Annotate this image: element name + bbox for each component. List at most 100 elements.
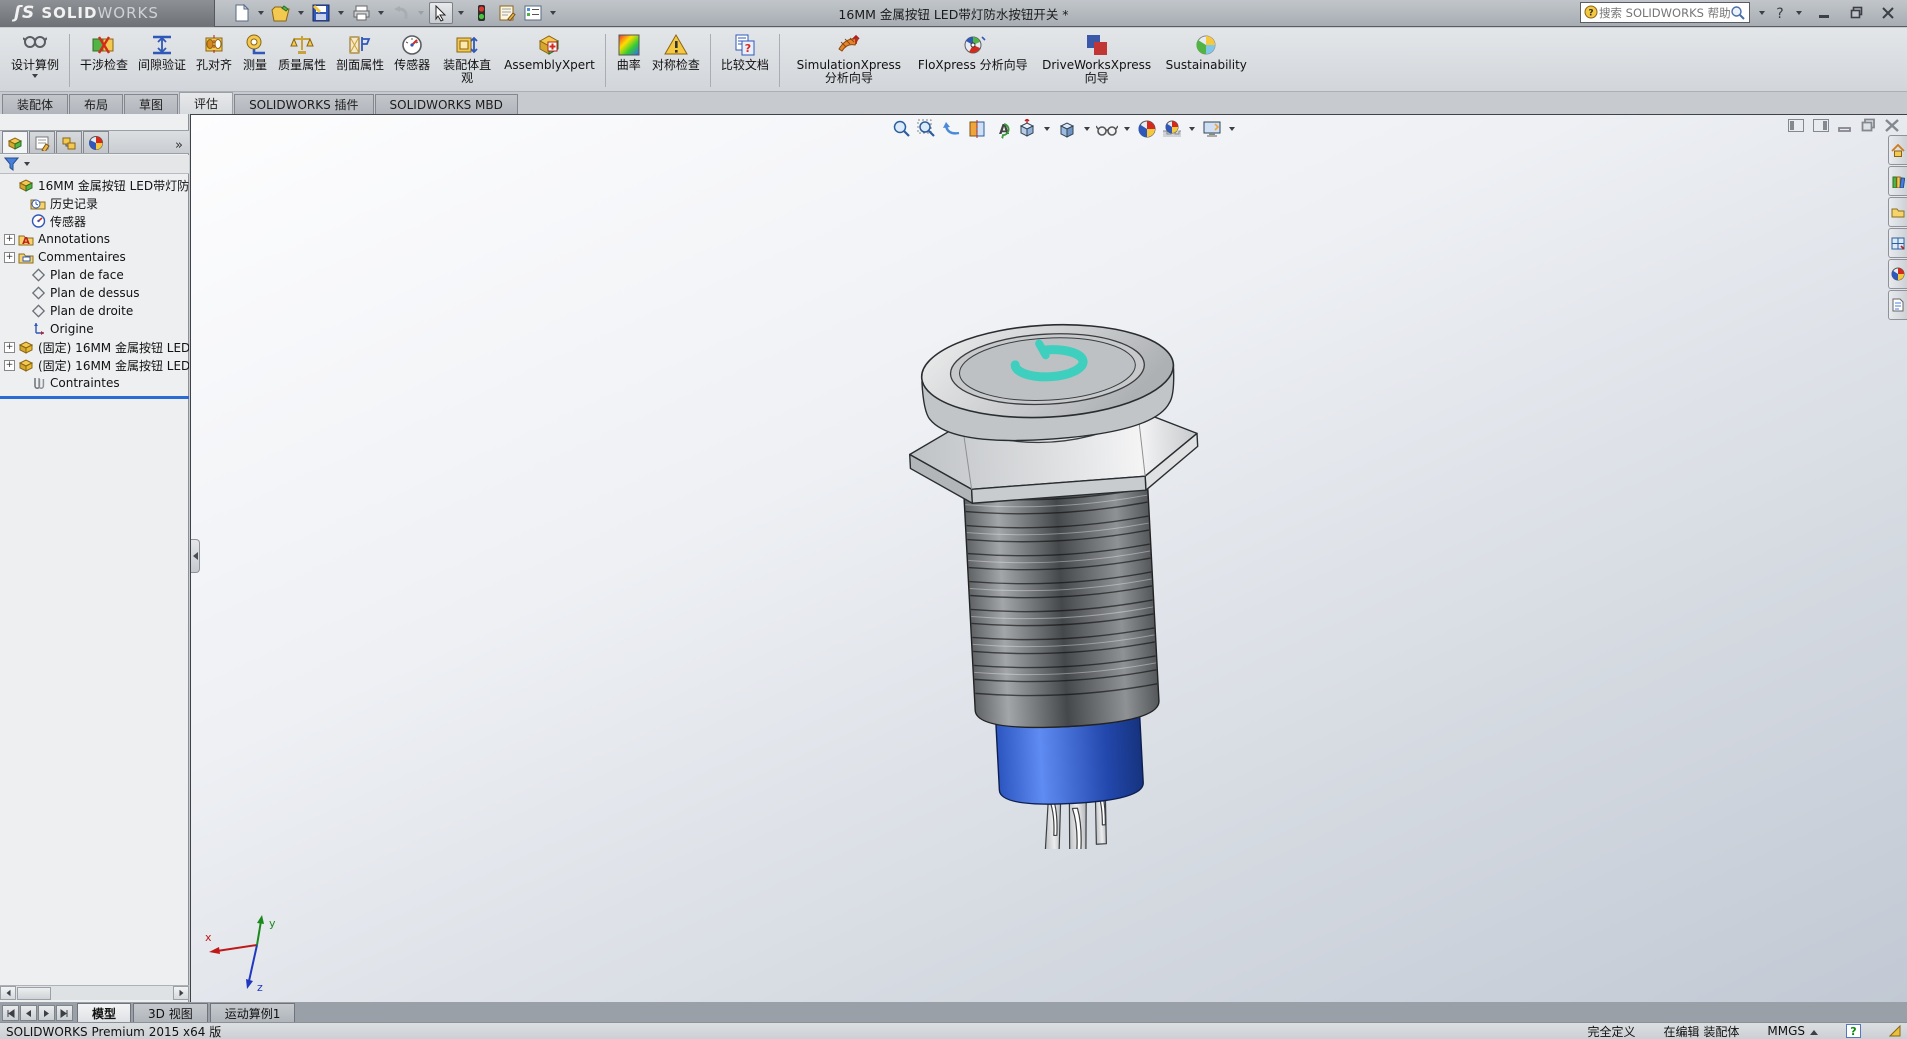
- compare-documents-button[interactable]: ? 比较文档: [716, 30, 774, 91]
- view-settings-dropdown-arrow[interactable]: [1229, 127, 1235, 131]
- undo-dropdown-arrow[interactable]: [418, 11, 424, 15]
- doc-tab-motion-study[interactable]: 运动算例1: [210, 1003, 296, 1022]
- expand-toggle[interactable]: +: [4, 252, 15, 263]
- expand-toggle[interactable]: +: [4, 234, 15, 245]
- hole-alignment-button[interactable]: 孔对齐: [191, 30, 237, 91]
- tab-assembly[interactable]: 装配体: [2, 94, 68, 114]
- corner-grip-icon[interactable]: [1889, 1025, 1901, 1037]
- hide-show-items-button[interactable]: [1096, 118, 1118, 140]
- view-orientation-button[interactable]: [1016, 118, 1038, 140]
- tree-root-assembly[interactable]: 16MM 金属按钮 LED带灯防水按钮开关: [0, 176, 189, 194]
- search-dropdown-arrow[interactable]: [1759, 11, 1765, 15]
- configuration-manager-tab[interactable]: [56, 131, 82, 153]
- sensors-button[interactable]: 传感器: [389, 30, 435, 91]
- simulationxpress-button[interactable]: SimulationXpress 分析向导: [785, 30, 913, 91]
- expand-toggle[interactable]: +: [4, 360, 15, 371]
- quick-tips-help-icon[interactable]: ?: [1846, 1024, 1861, 1038]
- filter-funnel-icon[interactable]: [4, 157, 19, 171]
- doc-tab-model[interactable]: 模型: [77, 1003, 131, 1022]
- doc-minimize-icon[interactable]: [1838, 119, 1852, 132]
- tree-item-annotations[interactable]: + A Annotations: [0, 230, 189, 248]
- floxpress-button[interactable]: FloXpress 分析向导: [913, 30, 1033, 91]
- tab-sketch[interactable]: 草图: [124, 94, 178, 114]
- doc-close-icon[interactable]: [1885, 119, 1899, 132]
- symmetry-check-button[interactable]: 对称检查: [647, 30, 705, 91]
- units-selector[interactable]: MMGS: [1767, 1024, 1818, 1038]
- open-dropdown-arrow[interactable]: [298, 11, 304, 15]
- mass-properties-button[interactable]: 质量属性: [273, 30, 331, 91]
- assemblyxpert-button[interactable]: AssemblyXpert: [499, 30, 600, 91]
- tab-solidworks-addins[interactable]: SOLIDWORKS 插件: [234, 94, 373, 114]
- tree-item-contraintes[interactable]: Contraintes: [0, 374, 189, 392]
- model-16mm-led-push-button[interactable]: [879, 279, 1223, 849]
- file-properties-dropdown-arrow[interactable]: [550, 11, 556, 15]
- view-palette-tab[interactable]: [1888, 228, 1907, 258]
- print-dropdown-arrow[interactable]: [378, 11, 384, 15]
- display-manager-tab[interactable]: [83, 131, 109, 153]
- curvature-button[interactable]: 曲率: [611, 30, 647, 91]
- tab-evaluate[interactable]: 评估: [179, 92, 233, 114]
- select-dropdown-arrow[interactable]: [458, 11, 464, 15]
- feature-tree-tab[interactable]: [2, 131, 28, 153]
- hide-show-dropdown-arrow[interactable]: [1124, 127, 1130, 131]
- property-manager-tab[interactable]: [29, 131, 55, 153]
- close-button[interactable]: [1875, 4, 1901, 22]
- scroll-thumb[interactable]: [17, 987, 51, 1000]
- scroll-left-button[interactable]: [0, 986, 16, 1000]
- minimize-button[interactable]: [1811, 4, 1837, 22]
- interference-check-button[interactable]: 干涉检查: [75, 30, 133, 91]
- tree-item-history[interactable]: 历史记录: [0, 194, 189, 212]
- design-study-flyout-arrow[interactable]: [32, 74, 38, 78]
- clearance-verification-button[interactable]: 间隙验证: [133, 30, 191, 91]
- tree-item-sensors[interactable]: 传感器: [0, 212, 189, 230]
- rebuild-button[interactable]: [469, 2, 493, 24]
- apply-scene-dropdown-arrow[interactable]: [1189, 127, 1195, 131]
- open-document-button[interactable]: [269, 2, 293, 24]
- tab-layout[interactable]: 布局: [69, 94, 123, 114]
- panel-horizontal-scrollbar[interactable]: [0, 985, 189, 1000]
- next-tab-button[interactable]: [38, 1005, 55, 1021]
- undo-button[interactable]: [389, 2, 413, 24]
- help-dropdown-arrow[interactable]: [1796, 11, 1802, 15]
- first-tab-button[interactable]: [2, 1005, 19, 1021]
- right-pane-toggle-icon[interactable]: [1813, 119, 1829, 132]
- feature-tree-splitter[interactable]: [0, 396, 189, 399]
- new-dropdown-arrow[interactable]: [258, 11, 264, 15]
- last-tab-button[interactable]: [56, 1005, 73, 1021]
- solidworks-resources-tab[interactable]: [1888, 135, 1907, 165]
- apply-scene-button[interactable]: [1161, 118, 1183, 140]
- view-settings-button[interactable]: [1201, 118, 1223, 140]
- driveworksxpress-button[interactable]: DriveWorksXpress 向导: [1033, 30, 1161, 91]
- previous-view-button[interactable]: [941, 118, 963, 140]
- tab-solidworks-mbd[interactable]: SOLIDWORKS MBD: [375, 94, 518, 114]
- options-button[interactable]: [495, 2, 519, 24]
- measure-button[interactable]: 测量: [237, 30, 273, 91]
- search-icon[interactable]: [1730, 5, 1746, 21]
- section-view-button[interactable]: [966, 118, 988, 140]
- appearances-scenes-tab[interactable]: [1888, 259, 1907, 289]
- left-pane-toggle-icon[interactable]: [1788, 119, 1804, 132]
- design-library-tab[interactable]: [1888, 166, 1907, 196]
- zoom-to-fit-button[interactable]: [891, 118, 913, 140]
- view-orientation-dropdown-arrow[interactable]: [1044, 127, 1050, 131]
- restore-button[interactable]: [1843, 4, 1869, 22]
- help-menu-icon[interactable]: ?: [1774, 5, 1787, 21]
- panel-collapse-handle[interactable]: [191, 539, 200, 573]
- file-explorer-tab[interactable]: [1888, 197, 1907, 227]
- edit-appearance-button[interactable]: [1136, 118, 1158, 140]
- design-study-button[interactable]: 设计算例: [6, 30, 64, 91]
- viewport-canvas[interactable]: A: [190, 114, 1907, 1002]
- tree-item-plan-de-droite[interactable]: Plan de droite: [0, 302, 189, 320]
- expand-toggle[interactable]: +: [4, 342, 15, 353]
- dynamic-annotation-views-button[interactable]: A: [991, 118, 1013, 140]
- scroll-right-button[interactable]: [173, 986, 189, 1000]
- save-button[interactable]: [309, 2, 333, 24]
- filter-dropdown-arrow[interactable]: [24, 162, 30, 166]
- tree-item-component-2[interactable]: + (固定) 16MM 金属按钮 LED: [0, 356, 189, 374]
- search-input[interactable]: [1599, 6, 1730, 20]
- tree-item-component-1[interactable]: + (固定) 16MM 金属按钮 LED: [0, 338, 189, 356]
- zoom-to-area-button[interactable]: [916, 118, 938, 140]
- section-properties-button[interactable]: 剖面属性: [331, 30, 389, 91]
- new-document-button[interactable]: [229, 2, 253, 24]
- custom-properties-tab[interactable]: [1888, 290, 1907, 320]
